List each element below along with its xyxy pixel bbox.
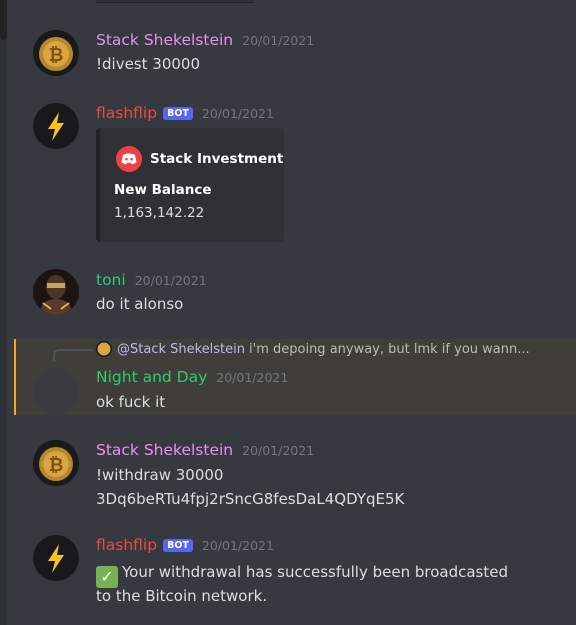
message-text: do it alonso bbox=[96, 295, 184, 313]
lightning-bolt-avatar-icon[interactable] bbox=[33, 103, 79, 149]
embed: Stack Investment New Balance 1,163,142.2… bbox=[96, 128, 284, 242]
embed-field-name: New Balance bbox=[114, 182, 212, 198]
embed-author: Stack Investment bbox=[116, 146, 283, 172]
svg-text:₿: ₿ bbox=[49, 45, 64, 66]
message-text: ok fuck it bbox=[96, 393, 166, 411]
bitcoin-coin-avatar-icon[interactable]: ₿ bbox=[33, 30, 79, 76]
username[interactable]: flashflip bbox=[96, 536, 157, 554]
reply-connector bbox=[53, 349, 93, 361]
username[interactable]: flashflip bbox=[96, 104, 157, 122]
timestamp: 20/01/2021 bbox=[216, 370, 289, 385]
bot-tag: BOT bbox=[163, 539, 193, 552]
lightning-bolt-avatar-icon[interactable] bbox=[33, 535, 79, 581]
timestamp: 20/01/2021 bbox=[201, 538, 274, 553]
reply-preview[interactable]: @Stack Shekelstein i'm depoing anyway, b… bbox=[96, 341, 530, 357]
message-item: flashflip BOT 20/01/2021 ✓ Your withdrawa… bbox=[0, 520, 576, 625]
bot-tag: BOT bbox=[163, 107, 193, 120]
message-text: to the Bitcoin network. bbox=[96, 587, 268, 605]
username[interactable]: Stack Shekelstein bbox=[96, 441, 233, 459]
svg-text:₿: ₿ bbox=[49, 455, 64, 476]
photo-avatar-icon[interactable] bbox=[33, 269, 79, 315]
timestamp: 20/01/2021 bbox=[242, 443, 315, 458]
bitcoin-coin-avatar-icon bbox=[96, 341, 112, 357]
embed-field-value: 1,163,142.22 bbox=[114, 205, 205, 221]
reply-mention[interactable]: @Stack Shekelstein bbox=[117, 342, 245, 357]
discord-logo-icon bbox=[116, 146, 142, 172]
username[interactable]: Night and Day bbox=[96, 368, 207, 386]
timestamp: 20/01/2021 bbox=[134, 273, 207, 288]
message-item: ₿ Stack Shekelstein 20/01/2021 !divest 3… bbox=[0, 0, 576, 90]
message-item: flashflip BOT 20/01/2021 Stack Investmen… bbox=[0, 90, 576, 255]
username[interactable]: toni bbox=[96, 271, 126, 289]
message-text: 3Dq6beRTu4fpj2rSncG8fesDaL4QDYqE5K bbox=[96, 490, 405, 508]
embed-author-name: Stack Investment bbox=[150, 151, 284, 167]
message-item: ₿ Stack Shekelstein 20/01/2021 !withdraw… bbox=[0, 420, 576, 520]
reply-text: i'm depoing anyway, but lmk if you wann.… bbox=[249, 341, 530, 357]
timestamp: 20/01/2021 bbox=[201, 106, 274, 121]
bitcoin-coin-avatar-icon[interactable]: ₿ bbox=[33, 440, 79, 486]
message-line: ✓ Your withdrawal has successfully been b… bbox=[96, 561, 508, 588]
message-text: Your withdrawal has successfully been br… bbox=[122, 563, 509, 581]
message-item: toni 20/01/2021 do it alonso bbox=[0, 255, 576, 335]
default-avatar-icon[interactable] bbox=[33, 368, 79, 414]
timestamp: 20/01/2021 bbox=[242, 33, 315, 48]
message-text: !divest 30000 bbox=[96, 55, 200, 73]
username[interactable]: Stack Shekelstein bbox=[96, 31, 233, 49]
message-text: !withdraw 30000 bbox=[96, 466, 224, 484]
